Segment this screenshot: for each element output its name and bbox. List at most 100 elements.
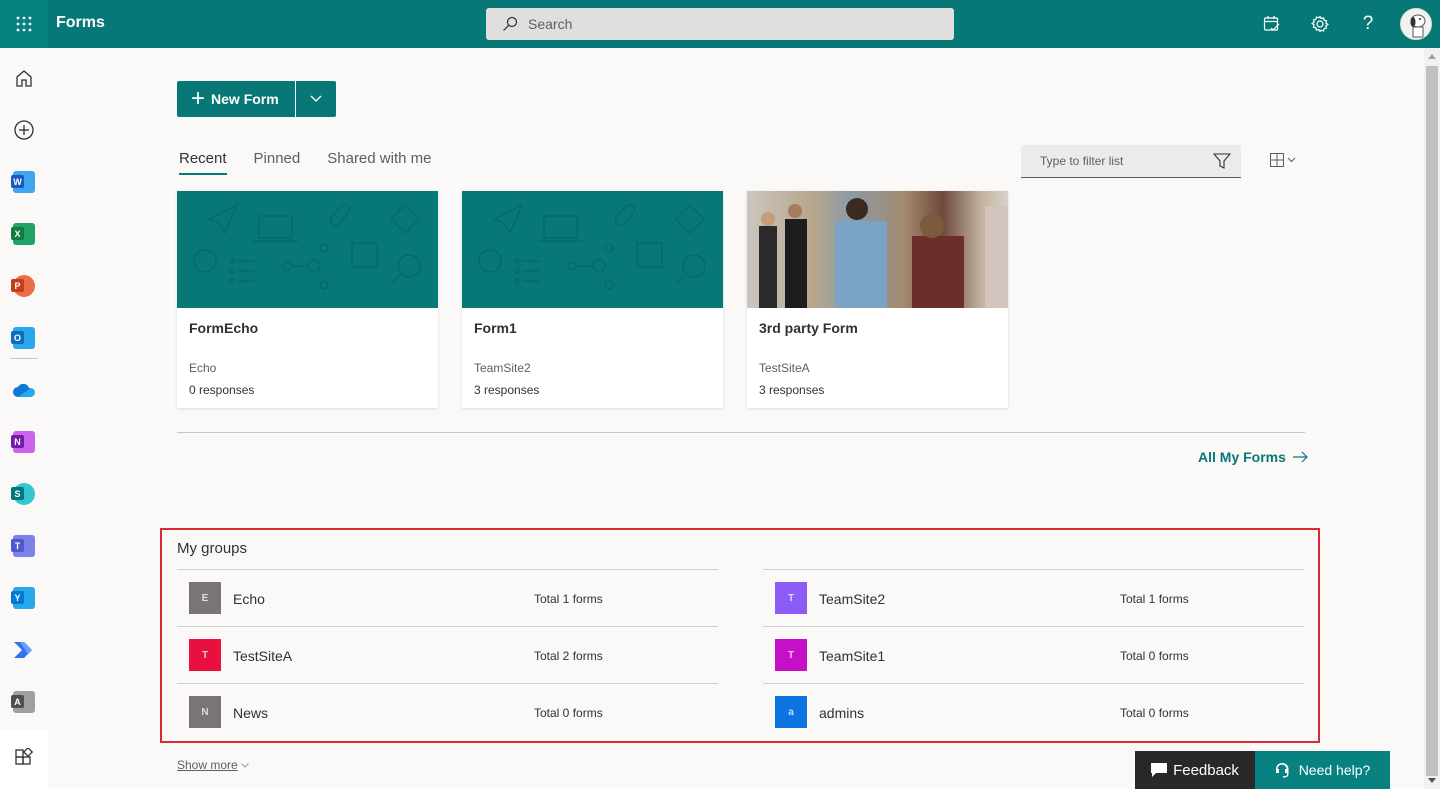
form-title: FormEcho (189, 320, 259, 336)
power-automate-icon (14, 642, 32, 658)
tab-pinned[interactable]: Pinned (254, 150, 301, 175)
form-group: TestSiteA (759, 361, 810, 375)
rail-teams[interactable]: T (10, 532, 38, 560)
search-box[interactable] (486, 8, 954, 40)
group-form-count: Total 0 forms (1120, 649, 1189, 663)
rail-yammer[interactable]: Y (10, 584, 38, 612)
need-help-button[interactable]: Need help? (1255, 751, 1390, 789)
page-scrollbar[interactable] (1424, 48, 1440, 789)
form-title: Form1 (474, 320, 517, 336)
group-row[interactable]: T TestSiteA Total 2 forms (177, 626, 718, 683)
view-toggle-button[interactable] (1270, 153, 1296, 167)
group-name: TestSiteA (233, 648, 293, 664)
group-row[interactable]: E Echo Total 1 forms (177, 569, 718, 626)
group-avatar: T (775, 582, 807, 614)
scrollbar-thumb[interactable] (1426, 66, 1438, 776)
chevron-down-icon (240, 762, 249, 768)
outlook-icon: O (11, 327, 35, 349)
rail-all-apps[interactable] (10, 744, 38, 772)
chevron-down-icon (1287, 157, 1296, 163)
rail-bottom (0, 730, 48, 789)
rail-create[interactable] (10, 116, 38, 144)
group-name: admins (819, 705, 865, 721)
rail-onenote[interactable]: N (10, 428, 38, 456)
my-tasks-icon (1263, 16, 1280, 31)
all-my-forms-label: All My Forms (1198, 449, 1286, 465)
group-name: TeamSite2 (819, 591, 886, 607)
need-help-label: Need help? (1298, 762, 1371, 778)
all-my-forms-link[interactable]: All My Forms (1198, 449, 1308, 465)
group-row[interactable]: T TeamSite1 Total 0 forms (763, 626, 1304, 683)
group-form-count: Total 0 forms (534, 706, 603, 720)
profile-avatar[interactable] (1400, 8, 1432, 40)
filter-box[interactable] (1021, 145, 1241, 178)
rail-power-automate[interactable] (10, 636, 38, 664)
comment-icon (1151, 763, 1168, 777)
my-tasks-button[interactable] (1260, 12, 1284, 36)
search-input[interactable] (528, 16, 928, 32)
headset-icon (1275, 762, 1289, 778)
rail-admin[interactable]: A (10, 688, 38, 716)
new-form-label: New Form (211, 91, 279, 107)
new-form-dropdown-button[interactable] (294, 81, 336, 117)
rail-sharepoint[interactable]: S (10, 480, 38, 508)
feedback-label: Feedback (1173, 761, 1239, 779)
form-card[interactable]: FormEcho Echo 0 responses (177, 191, 438, 408)
search-icon (503, 16, 518, 31)
help-button[interactable]: ? (1356, 12, 1380, 36)
rail-excel[interactable]: X (10, 220, 38, 248)
show-more-link[interactable]: Show more (177, 758, 249, 772)
new-form-button[interactable]: + New Form (177, 81, 295, 117)
group-avatar: E (189, 582, 221, 614)
my-groups-title: My groups (177, 540, 248, 557)
my-groups-section: My groups E Echo Total 1 forms T TestSit… (160, 528, 1320, 743)
divider (177, 432, 1305, 433)
arrow-right-icon (1292, 451, 1308, 463)
group-avatar: T (775, 639, 807, 671)
group-row[interactable]: a admins Total 0 forms (763, 683, 1304, 740)
home-icon (16, 70, 32, 87)
form-card[interactable]: 3rd party Form TestSiteA 3 responses (747, 191, 1008, 408)
rail-outlook[interactable]: O (10, 324, 38, 352)
form-cover-pattern (462, 191, 723, 308)
rail-word[interactable]: W (10, 168, 38, 196)
form-responses: 3 responses (474, 383, 540, 397)
settings-button[interactable] (1308, 12, 1332, 36)
group-name: Echo (233, 591, 265, 607)
rail-powerpoint[interactable]: P (10, 272, 38, 300)
settings-icon (1311, 15, 1329, 33)
groups-column-left: E Echo Total 1 forms T TestSiteA Total 2… (177, 569, 718, 740)
add-circle-icon (14, 120, 34, 140)
group-form-count: Total 0 forms (1120, 706, 1189, 720)
rail-onedrive[interactable] (10, 376, 38, 404)
form-cover-photo (747, 191, 1008, 308)
group-form-count: Total 1 forms (1120, 592, 1189, 606)
group-avatar: N (189, 696, 221, 728)
tab-recent[interactable]: Recent (179, 150, 227, 175)
rail-home[interactable] (10, 64, 38, 92)
onenote-icon: N (11, 431, 35, 453)
group-row[interactable]: T TeamSite2 Total 1 forms (763, 569, 1304, 626)
feedback-button[interactable]: Feedback (1135, 751, 1255, 789)
form-cover-pattern (177, 191, 438, 308)
form-group: TeamSite2 (474, 361, 531, 375)
filter-input[interactable] (1040, 154, 1213, 168)
sharepoint-icon: S (11, 483, 35, 505)
app-launcher-button[interactable] (0, 0, 48, 48)
app-rail: W X P O N S T Y A (0, 48, 48, 789)
group-name: News (233, 705, 269, 721)
chevron-down-icon (310, 95, 322, 102)
group-avatar: a (775, 696, 807, 728)
group-row[interactable]: N News Total 0 forms (177, 683, 718, 740)
word-icon: W (11, 171, 35, 193)
form-responses: 0 responses (189, 383, 255, 397)
help-icon: ? (1362, 13, 1374, 34)
app-name[interactable]: Forms (56, 14, 105, 32)
excel-icon: X (11, 223, 35, 245)
form-card[interactable]: Form1 TeamSite2 3 responses (462, 191, 723, 408)
rail-divider (10, 358, 38, 359)
form-responses: 3 responses (759, 383, 825, 397)
form-tabs: Recent Pinned Shared with me (179, 150, 431, 175)
group-avatar: T (189, 639, 221, 671)
tab-shared-with-me[interactable]: Shared with me (327, 150, 431, 175)
